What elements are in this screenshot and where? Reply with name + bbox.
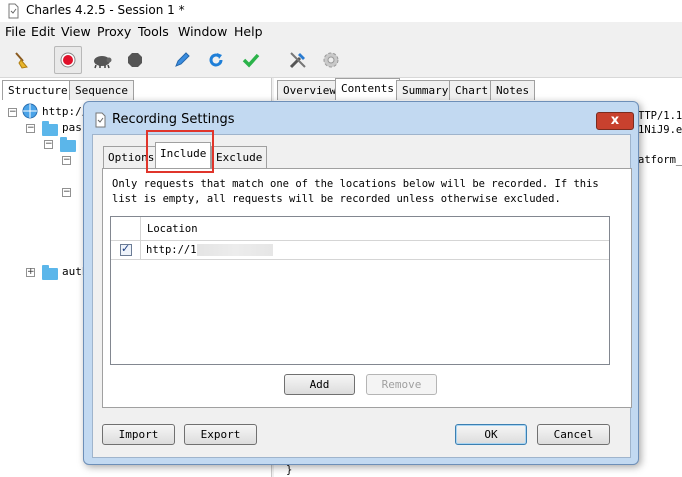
tab-summary[interactable]: Summary xyxy=(396,80,455,100)
tools-icon[interactable] xyxy=(284,46,312,74)
response-text: 1NiJ9.ey xyxy=(638,124,682,136)
menu-view[interactable]: View xyxy=(61,24,91,39)
location-column-header[interactable]: Location xyxy=(147,223,198,235)
broom-icon[interactable] xyxy=(8,46,36,74)
response-text: TTP/1.1 xyxy=(638,110,682,122)
import-button[interactable]: Import xyxy=(102,424,175,445)
collapse-icon[interactable]: − xyxy=(26,124,35,133)
collapse-icon[interactable]: − xyxy=(62,188,71,197)
expand-icon[interactable]: + xyxy=(26,268,35,277)
record-icon[interactable] xyxy=(54,46,82,74)
tree-node-root[interactable]: http:// xyxy=(42,105,88,118)
charles-app-icon xyxy=(95,112,106,128)
toolbar xyxy=(0,42,682,78)
tab-contents[interactable]: Contents xyxy=(335,78,400,100)
dialog-title: Recording Settings xyxy=(112,112,235,127)
menu-help[interactable]: Help xyxy=(234,24,263,39)
close-icon: x xyxy=(610,113,620,128)
response-text: } xyxy=(286,464,293,476)
highlight-box xyxy=(146,130,214,173)
tab-exclude[interactable]: Exclude xyxy=(211,146,268,168)
folder-icon xyxy=(42,121,58,136)
tab-sequence[interactable]: Sequence xyxy=(69,80,134,100)
menu-tools[interactable]: Tools xyxy=(138,24,169,39)
throttle-icon[interactable] xyxy=(88,46,116,74)
locations-table[interactable]: Location http://1 xyxy=(110,216,610,365)
tab-structure[interactable]: Structure xyxy=(2,80,74,100)
add-button[interactable]: Add xyxy=(284,374,355,395)
menu-bar: File Edit View Proxy Tools Window Help xyxy=(0,22,682,42)
folder-icon xyxy=(42,265,58,280)
window-title: Charles 4.2.5 - Session 1 * xyxy=(26,3,185,17)
response-text: atform_v xyxy=(638,154,682,166)
menu-window[interactable]: Window xyxy=(178,24,227,39)
window-titlebar: Charles 4.2.5 - Session 1 * xyxy=(0,0,682,22)
menu-edit[interactable]: Edit xyxy=(31,24,55,39)
location-url[interactable]: http://1 xyxy=(146,244,197,256)
ok-button[interactable]: OK xyxy=(455,424,527,445)
repeat-icon[interactable] xyxy=(202,46,230,74)
enabled-checkbox[interactable] xyxy=(120,242,132,256)
compose-icon[interactable] xyxy=(168,46,196,74)
table-row[interactable]: http://1 xyxy=(111,241,609,260)
include-description: Only requests that match one of the loca… xyxy=(112,178,599,205)
collapse-icon[interactable]: − xyxy=(62,156,71,165)
tab-notes[interactable]: Notes xyxy=(490,80,536,100)
tab-overview[interactable]: Overview xyxy=(277,80,342,100)
table-header: Location xyxy=(111,217,609,241)
export-button[interactable]: Export xyxy=(184,424,257,445)
collapse-icon[interactable]: − xyxy=(44,140,53,149)
charles-app-icon xyxy=(8,3,19,19)
menu-file[interactable]: File xyxy=(5,24,26,39)
breakpoints-icon[interactable] xyxy=(121,46,149,74)
menu-proxy[interactable]: Proxy xyxy=(97,24,131,39)
cancel-button[interactable]: Cancel xyxy=(537,424,610,445)
settings-icon[interactable] xyxy=(317,46,345,74)
globe-icon xyxy=(22,103,38,119)
folder-icon xyxy=(60,137,76,152)
remove-button[interactable]: Remove xyxy=(366,374,437,395)
checkbox-cell xyxy=(111,241,141,260)
tab-chart[interactable]: Chart xyxy=(449,80,495,100)
checkbox-column-header xyxy=(111,217,141,241)
validate-icon[interactable] xyxy=(237,46,265,74)
collapse-icon[interactable]: − xyxy=(8,108,17,117)
redacted-text xyxy=(197,244,273,256)
close-button[interactable]: x xyxy=(596,112,634,130)
